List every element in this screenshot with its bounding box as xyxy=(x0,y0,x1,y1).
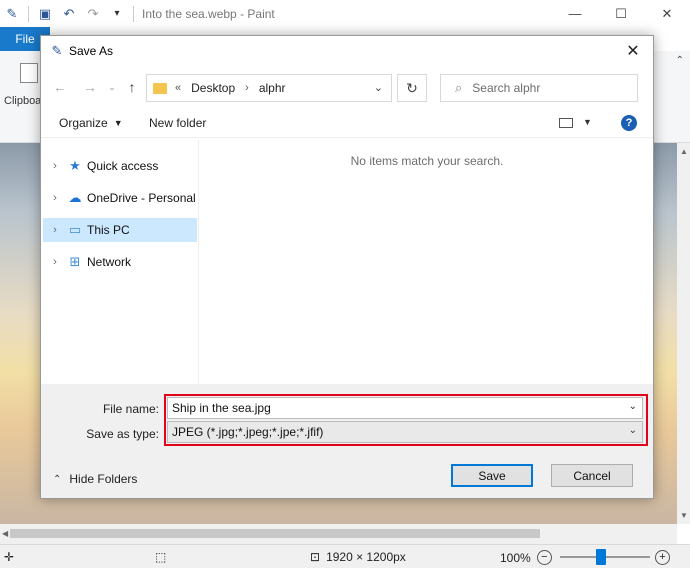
new-folder-button[interactable]: New folder xyxy=(149,116,206,130)
collapse-ribbon-icon[interactable]: ⌃ xyxy=(676,55,684,66)
save-as-dialog: ✎ Save As ✕ ← → ⌄ ↑ « Desktop › alphr ⌄ … xyxy=(40,35,654,499)
image-size-icon: ⊡ xyxy=(310,550,321,564)
minimize-button[interactable]: — xyxy=(552,0,598,27)
hide-folders-label: Hide Folders xyxy=(69,472,138,486)
breadcrumb-alphr[interactable]: alphr xyxy=(259,81,286,95)
expand-chevron-icon[interactable]: › xyxy=(47,192,63,204)
breadcrumb-separator-icon[interactable]: › xyxy=(245,82,249,94)
help-button[interactable]: ? xyxy=(621,115,637,131)
paint-app-icon: ✎ xyxy=(6,5,18,21)
star-icon: ★ xyxy=(69,158,81,173)
save-options-panel: File name: Ship in the sea.jpg ⌄ Save as… xyxy=(41,384,653,498)
expand-chevron-icon[interactable]: › xyxy=(47,256,63,268)
redo-icon[interactable]: ↷ xyxy=(85,6,101,22)
scroll-up-icon[interactable]: ▲ xyxy=(680,147,688,156)
selection-size-icon: ⬚ xyxy=(155,550,167,564)
paste-icon[interactable] xyxy=(20,63,38,83)
save-icon[interactable]: ▣ xyxy=(37,6,53,22)
scroll-left-icon[interactable]: ◀ xyxy=(2,529,8,538)
expand-chevron-icon[interactable]: › xyxy=(47,224,63,236)
nav-item-label: Quick access xyxy=(87,159,159,173)
clipboard-group-label: Clipboa xyxy=(4,95,42,107)
nav-item-label: Network xyxy=(87,255,132,269)
expand-chevron-icon[interactable]: › xyxy=(47,160,63,172)
nav-item-network[interactable]: › ⊞ Network xyxy=(43,250,197,274)
file-name-label: File name: xyxy=(102,402,159,416)
divider xyxy=(133,5,134,22)
zoom-slider-thumb[interactable] xyxy=(596,549,606,565)
chevron-up-icon: ⌃ xyxy=(53,473,62,485)
save-type-label: Save as type: xyxy=(86,427,159,441)
refresh-button[interactable]: ↻ xyxy=(397,74,427,102)
status-bar: ✛ ⬚ ⊡ 1920 × 1200px 100% − + xyxy=(0,544,690,568)
navigation-row: ← → ⌄ ↑ « Desktop › alphr ⌄ ↻ ⌕ xyxy=(41,72,653,102)
network-icon: ⊞ xyxy=(69,254,81,269)
chevron-down-icon[interactable]: ⌄ xyxy=(374,81,383,94)
nav-item-this-pc[interactable]: › ▭ This PC xyxy=(43,218,197,242)
folder-icon xyxy=(153,82,167,94)
computer-icon: ▭ xyxy=(68,222,82,237)
recent-locations-chevron-icon[interactable]: ⌄ xyxy=(103,78,121,96)
organize-label: Organize xyxy=(59,116,108,130)
file-list-pane[interactable]: No items match your search. xyxy=(201,140,653,384)
highlight-box xyxy=(164,394,648,446)
dialog-title: Save As xyxy=(69,44,114,58)
search-input[interactable] xyxy=(472,81,613,95)
cancel-button[interactable]: Cancel xyxy=(551,464,633,487)
empty-message: No items match your search. xyxy=(350,154,504,168)
zoom-out-button[interactable]: − xyxy=(536,550,552,565)
maximize-button[interactable]: ☐ xyxy=(598,0,644,27)
hide-folders-button[interactable]: ⌃ Hide Folders xyxy=(53,472,137,486)
up-arrow-icon[interactable]: ↑ xyxy=(123,78,141,96)
cloud-icon: ☁ xyxy=(68,190,82,205)
horizontal-scrollbar[interactable]: ◀ xyxy=(0,524,677,544)
chevron-down-icon[interactable]: ▼ xyxy=(583,117,592,127)
nav-item-onedrive[interactable]: › ☁ OneDrive - Personal xyxy=(43,186,197,210)
scroll-down-icon[interactable]: ▼ xyxy=(680,511,688,520)
breadcrumb-desktop[interactable]: Desktop xyxy=(191,81,235,95)
view-options-icon[interactable] xyxy=(559,118,573,128)
nav-item-label: This PC xyxy=(87,223,130,237)
save-button[interactable]: Save xyxy=(451,464,533,487)
dialog-title-bar: ✎ Save As ✕ xyxy=(41,36,653,66)
back-arrow-icon[interactable]: ← xyxy=(51,78,69,96)
image-dimensions: 1920 × 1200px xyxy=(326,550,406,564)
command-bar: Organize ▼ New folder ▼ ? xyxy=(41,108,653,138)
overflow-chevron[interactable]: « xyxy=(175,82,181,94)
paint-app-icon: ✎ xyxy=(51,43,63,58)
search-icon: ⌕ xyxy=(455,80,463,95)
address-bar[interactable]: « Desktop › alphr ⌄ xyxy=(146,74,392,102)
navigation-pane: › ★ Quick access › ☁ OneDrive - Personal… xyxy=(41,140,199,384)
customize-toolbar-icon[interactable]: ▾ xyxy=(109,6,125,22)
paint-title-bar: ✎ ▣ ↶ ↷ ▾ Into the sea.webp - Paint — ☐ … xyxy=(0,0,690,27)
nav-item-quick-access[interactable]: › ★ Quick access xyxy=(43,154,197,178)
close-button[interactable]: ✕ xyxy=(644,0,690,27)
chevron-down-icon: ▼ xyxy=(113,118,123,128)
zoom-in-button[interactable]: + xyxy=(655,550,670,565)
forward-arrow-icon[interactable]: → xyxy=(81,78,99,96)
scrollbar-thumb[interactable] xyxy=(10,529,540,538)
dialog-close-button[interactable]: ✕ xyxy=(613,36,653,66)
organize-button[interactable]: Organize ▼ xyxy=(59,116,123,130)
vertical-scrollbar[interactable]: ▲ ▼ xyxy=(677,143,690,524)
search-box[interactable]: ⌕ xyxy=(440,74,638,102)
divider xyxy=(28,5,29,22)
cursor-position-icon: ✛ xyxy=(4,550,15,564)
nav-item-label: OneDrive - Personal xyxy=(87,191,196,205)
undo-icon[interactable]: ↶ xyxy=(61,6,77,22)
zoom-level: 100% xyxy=(500,550,531,565)
window-title: Into the sea.webp - Paint xyxy=(142,6,275,21)
